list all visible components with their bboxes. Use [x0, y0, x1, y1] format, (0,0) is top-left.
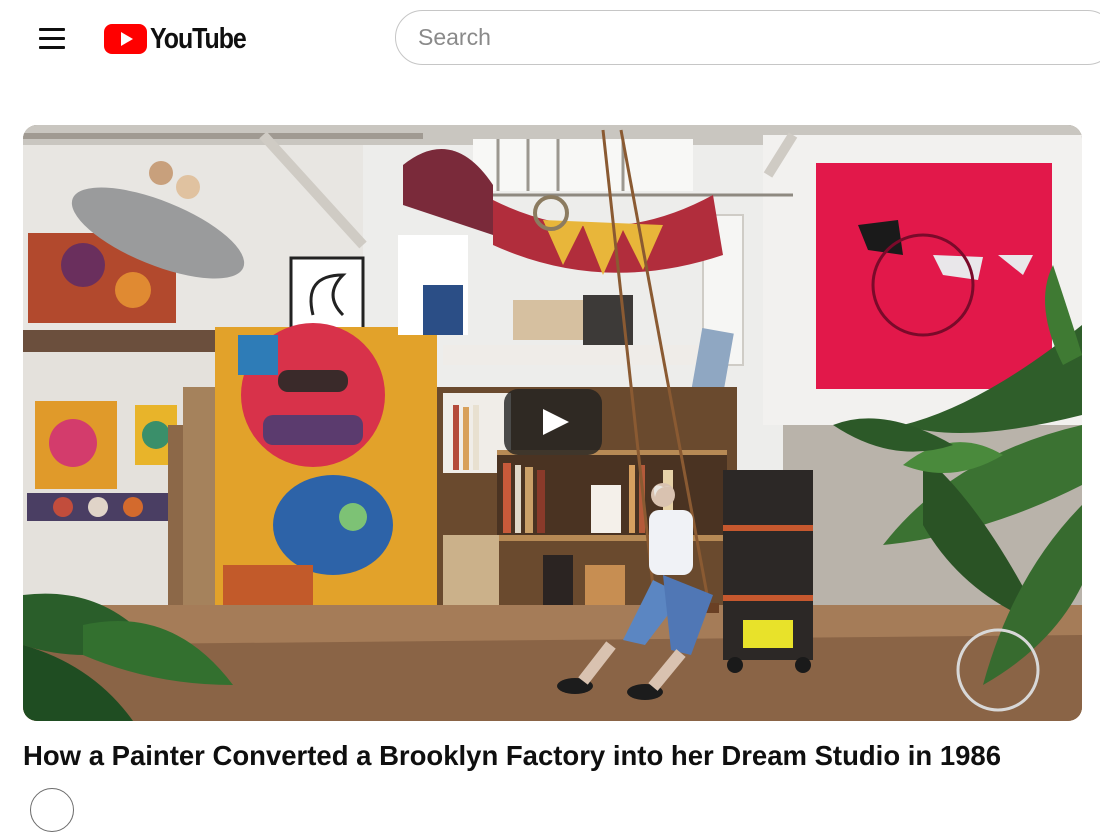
- menu-button[interactable]: [32, 20, 72, 58]
- youtube-logo-icon: [104, 24, 147, 54]
- youtube-logo-text: YouTube: [150, 22, 247, 55]
- search-input[interactable]: [395, 10, 1100, 65]
- video-player[interactable]: [23, 125, 1082, 721]
- video-title: How a Painter Converted a Brooklyn Facto…: [23, 740, 1002, 771]
- channel-avatar[interactable]: [30, 788, 74, 832]
- play-button[interactable]: [504, 389, 602, 455]
- youtube-logo[interactable]: YouTube: [104, 22, 261, 56]
- menu-icon: [39, 28, 65, 31]
- top-bar: YouTube: [0, 0, 1100, 78]
